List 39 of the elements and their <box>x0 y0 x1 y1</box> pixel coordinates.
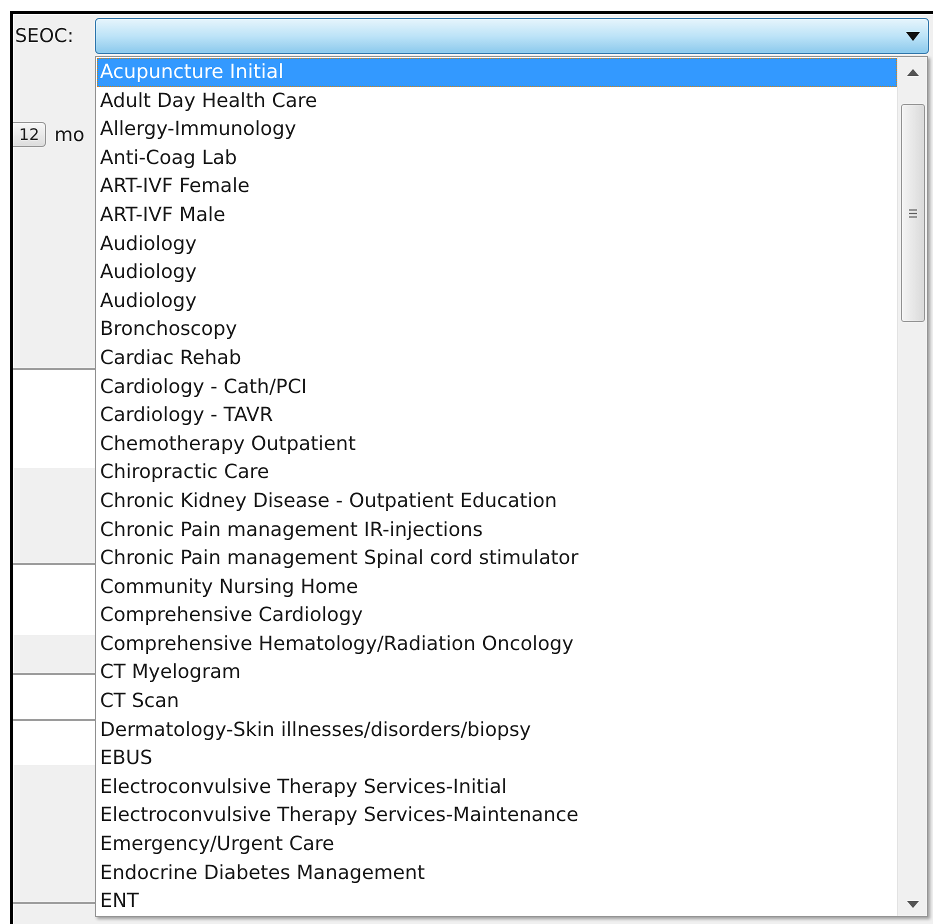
list-option[interactable]: Electroconvulsive Therapy Services-Initial <box>97 772 897 802</box>
list-option[interactable]: Anti-Coag Lab <box>97 144 897 172</box>
list-option[interactable]: Emergency/Urgent Care <box>97 830 897 859</box>
list-option[interactable]: Allergy-Immunology <box>97 115 897 144</box>
dropdown-field[interactable] <box>95 18 929 54</box>
list-option[interactable]: CT Myelogram <box>97 658 897 688</box>
scroll-up-icon[interactable] <box>906 69 918 76</box>
list-option[interactable]: Chiropractic Care <box>97 458 897 487</box>
list-option[interactable]: Chronic Kidney Disease - Outpatient Education <box>97 486 897 516</box>
field-label: SEOC: <box>15 25 75 47</box>
list-option[interactable]: Community Nursing Home <box>97 572 897 602</box>
scroll-thumb[interactable] <box>900 104 924 322</box>
list-option[interactable]: Endocrine Diabetes Management <box>97 858 897 888</box>
list-option[interactable]: Dermatology-Skin illnesses/disorders/biopsy <box>97 716 897 744</box>
list-option[interactable]: Comprehensive Cardiology <box>97 601 897 630</box>
dropdown-arrow-icon <box>906 32 920 40</box>
list-option[interactable]: Cardiology - TAVR <box>97 401 897 430</box>
list-option[interactable]: Chronic Pain management Spinal cord stimulator <box>97 544 897 573</box>
list-option[interactable]: Bronchoscopy <box>97 315 897 344</box>
list-option[interactable]: EBUS <box>97 744 897 773</box>
list-option[interactable]: Comprehensive Hematology/Radiation Oncology <box>97 630 897 658</box>
spin-button[interactable]: 12 <box>13 122 46 147</box>
list-option[interactable]: ENT <box>97 887 897 916</box>
list-option[interactable]: Audiology <box>97 286 897 316</box>
scroll-down-icon[interactable] <box>906 901 918 908</box>
list-option[interactable]: Audiology <box>97 258 897 287</box>
list-option[interactable]: Adult Day Health Care <box>97 86 897 116</box>
scrollbar[interactable] <box>897 57 927 916</box>
list-option[interactable]: Chronic Pain management IR-injections <box>97 516 897 544</box>
list-option[interactable]: CT Scan <box>97 687 897 716</box>
list-option[interactable]: Electroconvulsive Therapy Services-Maintenance <box>97 801 897 830</box>
list-option[interactable]: Cardiology - Cath/PCI <box>97 372 897 402</box>
list-option[interactable]: Audiology <box>97 230 897 258</box>
unit-label: mo <box>54 124 84 146</box>
list-option[interactable]: ART-IVF Male <box>97 200 897 230</box>
list-option[interactable]: Cardiac Rehab <box>97 344 897 373</box>
list-option[interactable]: Chemotherapy Outpatient <box>97 430 897 458</box>
list-option[interactable]: ART-IVF Female <box>97 172 897 201</box>
grip-icon <box>908 208 918 218</box>
